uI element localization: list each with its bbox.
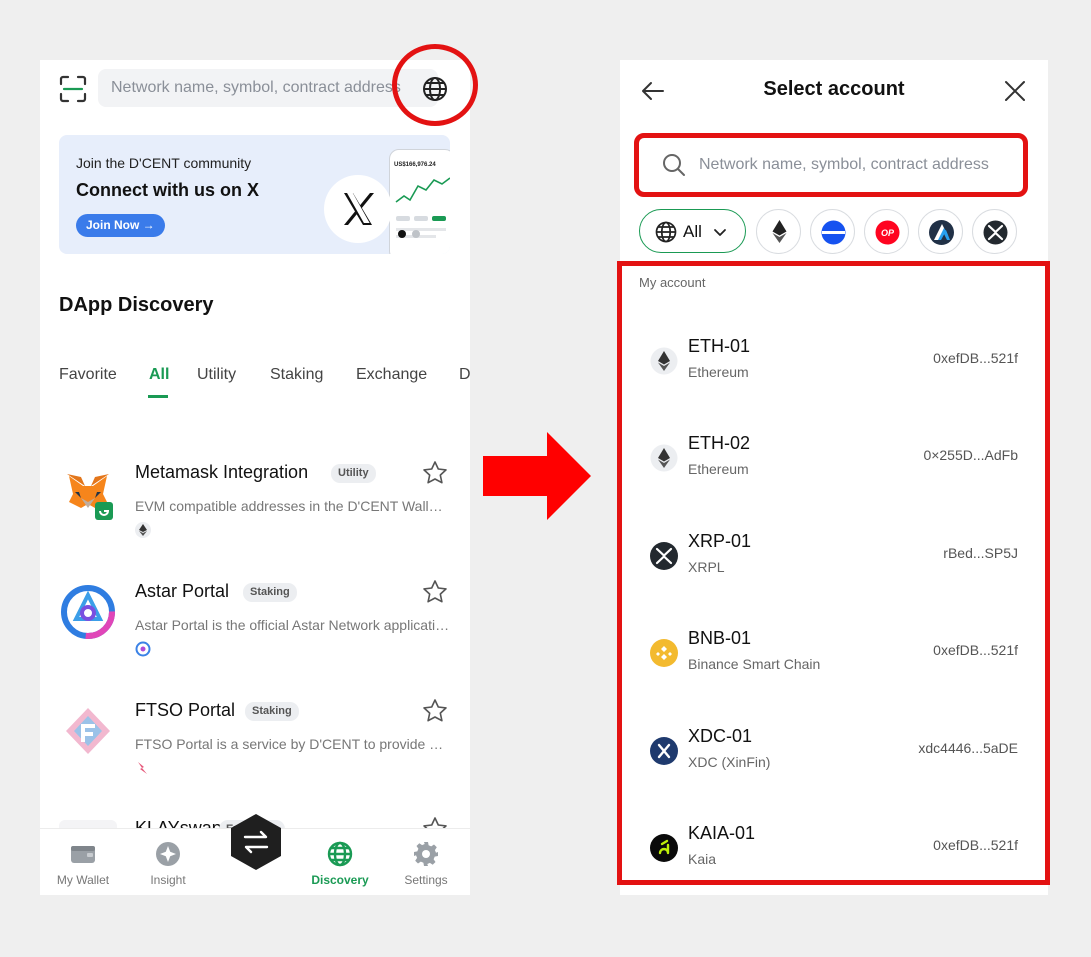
favorite-star-icon[interactable] [422,460,448,486]
join-now-button[interactable]: Join Now → [76,214,165,237]
metamask-logo-icon [59,464,117,522]
favorite-star-icon[interactable] [422,579,448,605]
dapp-item-astar[interactable]: Astar Portal Staking Astar Portal is the… [59,580,459,673]
phone-mockup-image: US$166,976.24 [389,149,450,254]
banner-subtitle: Join the D'CENT community [76,155,252,171]
dapp-name: FTSO Portal [135,700,236,720]
filter-chip-optimism[interactable]: OP [864,209,909,254]
dapp-discovery-screen: Join the D'CENT community Connect with u… [40,60,470,895]
nav-label: Insight [150,873,186,887]
dapp-description: Astar Portal is the official Astar Netwo… [135,617,450,633]
dapp-name: Metamask Integration [135,462,309,482]
favorite-star-icon[interactable] [422,698,448,724]
astar-logo-icon [59,583,117,641]
category-badge: Utility [331,464,376,483]
x-logo-icon [324,175,392,243]
insight-icon [155,841,181,867]
nav-settings[interactable]: Settings [386,841,466,887]
tab-utility[interactable]: Utility [197,366,236,384]
highlight-search-box [634,133,1028,197]
nav-insight[interactable]: Insight [128,841,208,887]
search-bar[interactable] [98,69,438,107]
arbitrum-icon [929,220,954,245]
phone-amount: US$166,976.24 [394,162,436,168]
gear-icon [413,841,439,867]
filter-chip-arbitrum[interactable] [918,209,963,254]
filter-chip-ethereum[interactable] [756,209,801,254]
tab-favorite[interactable]: Favorite [59,366,117,384]
category-tabs: Favorite All Utility Staking Exchange D [59,366,470,400]
nav-discovery[interactable]: Discovery [300,841,380,887]
globe-icon [655,221,677,243]
banner-title: Connect with us on X [76,180,259,200]
nav-label: Discovery [311,873,369,887]
filter-chip-base[interactable] [810,209,855,254]
nav-my-wallet[interactable]: My Wallet [43,841,123,887]
ethereum-icon [135,522,151,538]
highlight-account-list [617,261,1050,885]
search-input[interactable] [98,69,438,107]
tab-staking[interactable]: Staking [270,366,323,384]
astar-icon [135,641,151,657]
active-tab-indicator [148,395,168,398]
tab-more[interactable]: D [459,366,470,384]
tab-all[interactable]: All [149,366,169,384]
right-arrow-icon [483,432,593,525]
nav-label: My Wallet [56,873,110,887]
section-title: DApp Discovery [59,294,214,316]
dapp-item-metamask[interactable]: Metamask Integration Utility EVM compati… [59,461,459,554]
wallet-icon [70,841,96,867]
xrp-icon [983,220,1008,245]
tab-exchange[interactable]: Exchange [356,366,427,384]
dapp-description: FTSO Portal is a service by D'CENT to pr… [135,736,450,752]
community-banner[interactable]: Join the D'CENT community Connect with u… [59,135,450,254]
chevron-down-icon [712,224,728,240]
svg-text:OP: OP [881,228,895,238]
swap-button[interactable] [228,812,284,872]
optimism-icon: OP [875,220,900,245]
filter-label: All [683,222,702,241]
ftso-logo-icon [59,702,117,760]
page-title: Select account [763,78,905,100]
category-badge: Staking [243,583,297,602]
dapp-item-ftso[interactable]: FTSO Portal Staking FTSO Portal is a ser… [59,699,459,792]
dapp-description: EVM compatible addresses in the D'CENT W… [135,498,450,514]
ethereum-icon [772,220,787,243]
close-icon[interactable] [1002,78,1028,104]
network-filter-all[interactable]: All [639,209,746,253]
discovery-globe-icon [327,841,353,867]
scan-icon[interactable] [58,74,88,104]
category-badge: Staking [245,702,299,721]
filter-chip-xrp[interactable] [972,209,1017,254]
highlight-ring [392,44,478,126]
flare-icon [135,760,151,776]
dapp-name: Astar Portal [135,581,230,601]
base-icon [821,220,846,245]
nav-label: Settings [404,873,448,887]
